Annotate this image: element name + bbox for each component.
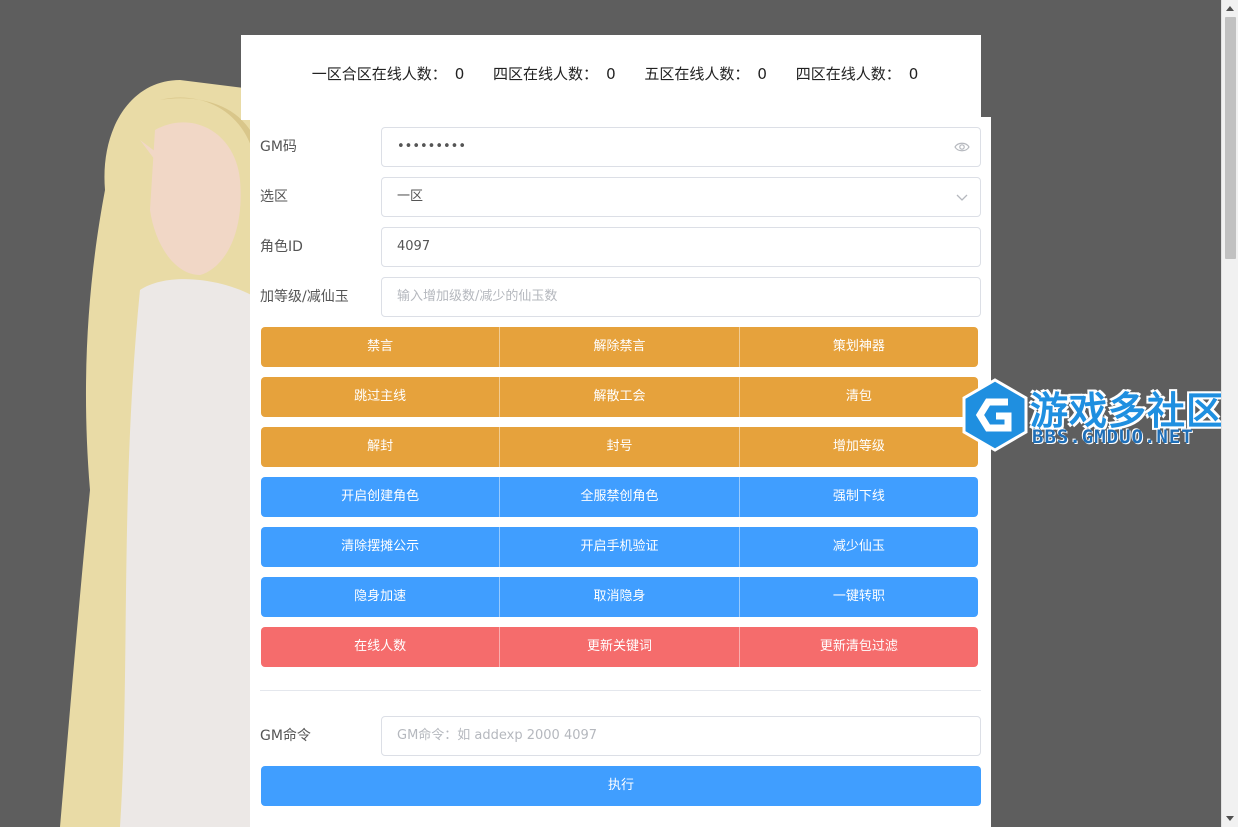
gm-code-row: GM码 ••••••••• [260,127,981,167]
button-row-1: 禁言 解除禁言 策划神器 [261,327,978,367]
execute-button[interactable]: 执行 [261,766,981,806]
watermark-logo: 游戏多社区 BBS.GMDUO.NET [960,376,1238,454]
reduce-jade-button[interactable]: 减少仙玉 [739,527,978,567]
role-id-row: 角色ID 4097 [260,227,981,267]
update-clear-filter-button[interactable]: 更新清包过滤 [739,627,978,667]
force-offline-button[interactable]: 强制下线 [739,477,978,517]
unmute-button[interactable]: 解除禁言 [500,327,740,367]
cancel-stealth-button[interactable]: 取消隐身 [500,577,740,617]
button-row-6: 隐身加速 取消隐身 一键转职 [261,577,978,617]
clear-bag-button[interactable]: 清包 [739,377,978,417]
chevron-down-icon [956,194,968,201]
skip-main-quest-button[interactable]: 跳过主线 [261,377,501,417]
gm-code-input[interactable]: ••••••••• [381,127,981,167]
gm-command-label: GM命令 [260,728,311,744]
role-id-input[interactable]: 4097 [381,227,981,267]
add-level-button[interactable]: 增加等级 [739,427,978,467]
eye-icon[interactable] [954,139,970,155]
character-illustration [60,80,260,827]
button-row-4: 开启创建角色 全服禁创角色 强制下线 [261,477,978,517]
scroll-up-arrow-icon[interactable] [1226,6,1234,11]
clear-stall-notice-button[interactable]: 清除摆摊公示 [261,527,501,567]
unban-button[interactable]: 解封 [261,427,501,467]
online-stats: 一区合区在线人数： 0 四区在线人数： 0 五区在线人数： 0 四区在线人数： 0 [241,63,981,84]
ban-button[interactable]: 封号 [500,427,740,467]
update-keywords-button[interactable]: 更新关键词 [500,627,740,667]
zone-row: 选区 一区 [260,177,981,217]
button-row-7: 在线人数 更新关键词 更新清包过滤 [261,627,978,667]
level-input[interactable]: 输入增加级数/减少的仙玉数 [381,277,981,317]
zone-select[interactable]: 一区 [381,177,981,217]
gm-command-input[interactable]: GM命令：如 addexp 2000 4097 [381,716,981,756]
mute-button[interactable]: 禁言 [261,327,501,367]
disable-create-role-button[interactable]: 全服禁创角色 [500,477,740,517]
online-header: 一区合区在线人数： 0 四区在线人数： 0 五区在线人数： 0 四区在线人数： 0 [241,35,981,120]
gm-code-label: GM码 [260,139,297,155]
zone-label: 选区 [260,189,288,205]
divider [260,690,981,691]
scroll-down-arrow-icon[interactable] [1226,816,1234,821]
watermark-emblem-icon [962,378,1028,452]
planner-artifact-button[interactable]: 策划神器 [739,327,978,367]
online-stat: 五区在线人数： 0 [644,65,767,83]
button-row-5: 清除摆摊公示 开启手机验证 减少仙玉 [261,527,978,567]
online-stat: 四区在线人数： 0 [795,65,919,83]
online-stat: 四区在线人数： 0 [493,65,616,83]
scroll-thumb[interactable] [1225,17,1236,259]
button-row-3: 解封 封号 增加等级 [261,427,978,467]
disband-guild-button[interactable]: 解散工会 [500,377,740,417]
level-row: 加等级/减仙玉 输入增加级数/减少的仙玉数 [260,277,981,317]
online-stat: 一区合区在线人数： 0 [311,65,465,83]
role-id-label: 角色ID [260,239,303,255]
gm-command-row: GM命令 GM命令：如 addexp 2000 4097 [260,716,981,756]
watermark-url: BBS.GMDUO.NET [1032,426,1194,448]
stealth-speed-button[interactable]: 隐身加速 [261,577,501,617]
online-count-button[interactable]: 在线人数 [261,627,501,667]
gm-form: GM码 ••••••••• 选区 一区 角色ID 4097 加等级/减仙玉 输入… [250,117,991,827]
level-label: 加等级/减仙玉 [260,289,349,305]
vertical-scrollbar[interactable] [1221,0,1238,827]
button-row-2: 跳过主线 解散工会 清包 [261,377,978,417]
enable-phone-verify-button[interactable]: 开启手机验证 [500,527,740,567]
one-click-job-change-button[interactable]: 一键转职 [739,577,978,617]
enable-create-role-button[interactable]: 开启创建角色 [261,477,501,517]
